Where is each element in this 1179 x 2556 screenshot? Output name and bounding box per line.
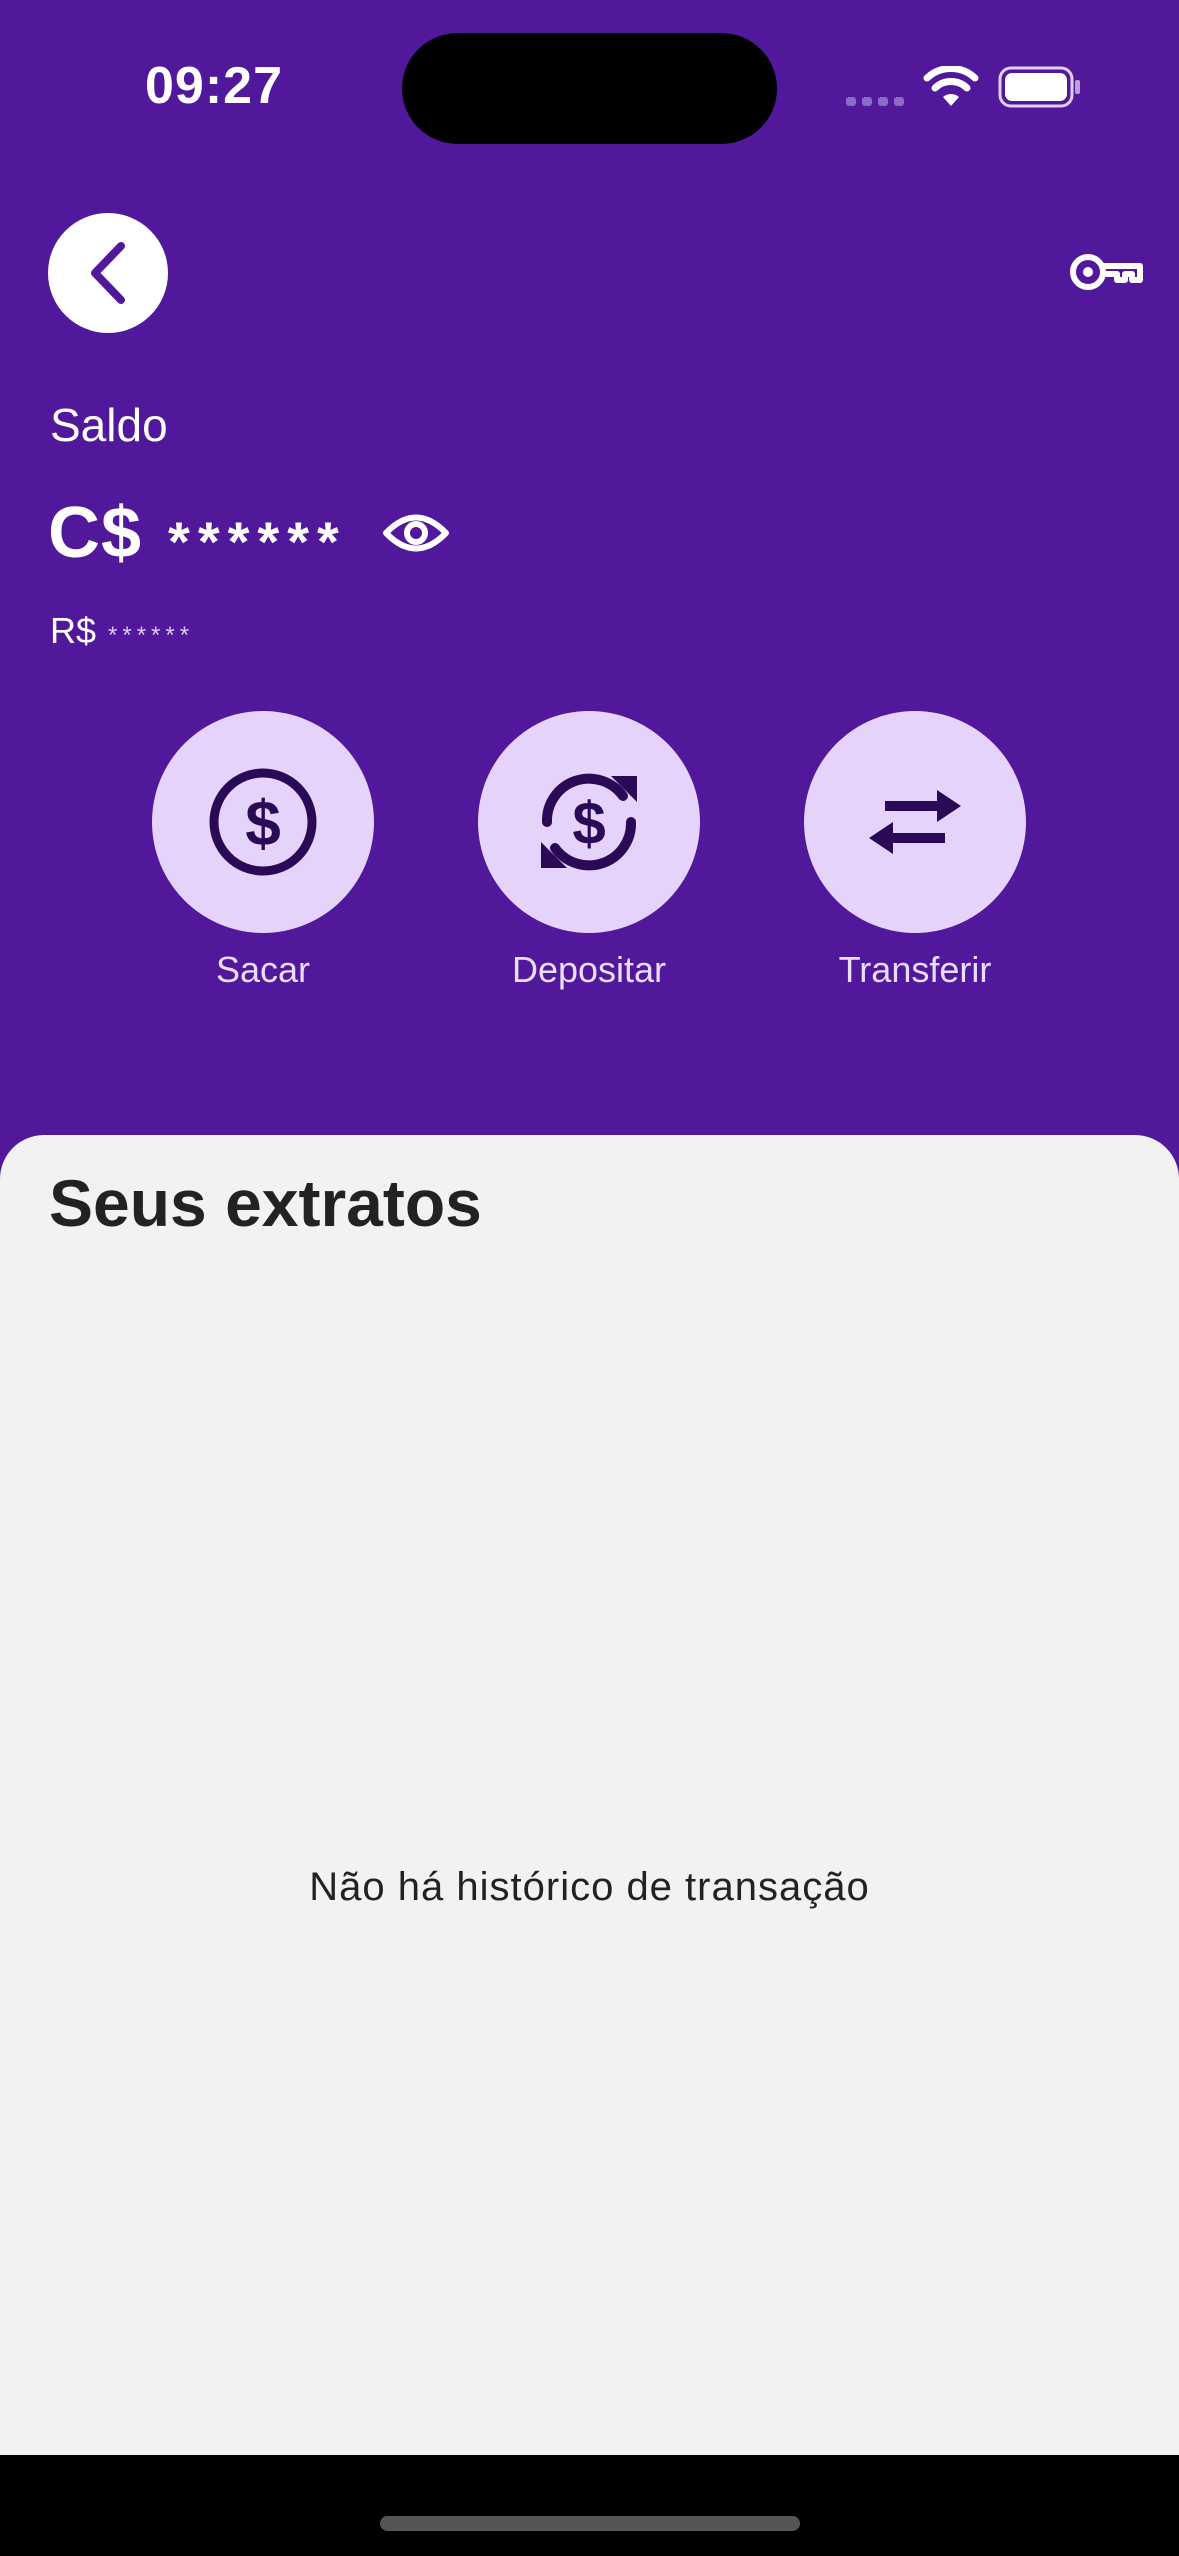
battery-icon: [998, 66, 1080, 108]
balance-row: C$ ******: [48, 488, 449, 578]
transfer-label: Transferir: [838, 949, 992, 990]
dollar-refresh-icon: $: [541, 773, 637, 871]
deposit-button[interactable]: $ Depositar: [439, 711, 739, 991]
cellular-signal-icon: [846, 97, 904, 106]
chevron-left-icon: [91, 242, 125, 304]
home-indicator[interactable]: [380, 2516, 800, 2531]
status-time: 09:27: [145, 57, 283, 115]
bottom-bar: [0, 2455, 1179, 2556]
dynamic-island: [402, 33, 777, 144]
svg-text:$: $: [245, 787, 281, 859]
balance-hidden-value: ******: [168, 509, 347, 573]
transfer-arrows-icon: [869, 790, 961, 854]
statements-sheet: Seus extratos Não há histórico de transa…: [0, 1135, 1179, 2455]
secondary-hidden-value: ******: [108, 622, 195, 649]
dollar-circle-icon: $: [209, 768, 317, 876]
withdraw-button[interactable]: $ Sacar: [113, 711, 413, 991]
withdraw-circle: $: [152, 711, 374, 933]
statements-title: Seus extratos: [49, 1166, 482, 1240]
deposit-circle: $: [478, 711, 700, 933]
wallet-screen: 09:27 Saldo C$ ****** R$ ****** $ Sacar …: [0, 0, 1179, 2556]
empty-transactions-message: Não há histórico de transação: [309, 1865, 870, 1909]
back-button[interactable]: [48, 213, 168, 333]
withdraw-label: Sacar: [215, 949, 311, 990]
secondary-balance: R$ ******: [50, 610, 194, 652]
eye-icon: [382, 514, 449, 552]
balance-label: Saldo: [50, 399, 168, 451]
secondary-currency: R$: [50, 610, 97, 651]
transfer-button[interactable]: Transferir: [765, 711, 1065, 991]
svg-text:$: $: [572, 790, 605, 857]
transfer-circle: [804, 711, 1026, 933]
toggle-balance-visibility-button[interactable]: [382, 508, 449, 558]
key-button[interactable]: [1065, 242, 1147, 302]
balance-currency: C$: [48, 493, 143, 573]
key-icon: [1070, 254, 1143, 290]
deposit-label: Depositar: [511, 949, 667, 990]
wifi-icon: [923, 66, 979, 106]
